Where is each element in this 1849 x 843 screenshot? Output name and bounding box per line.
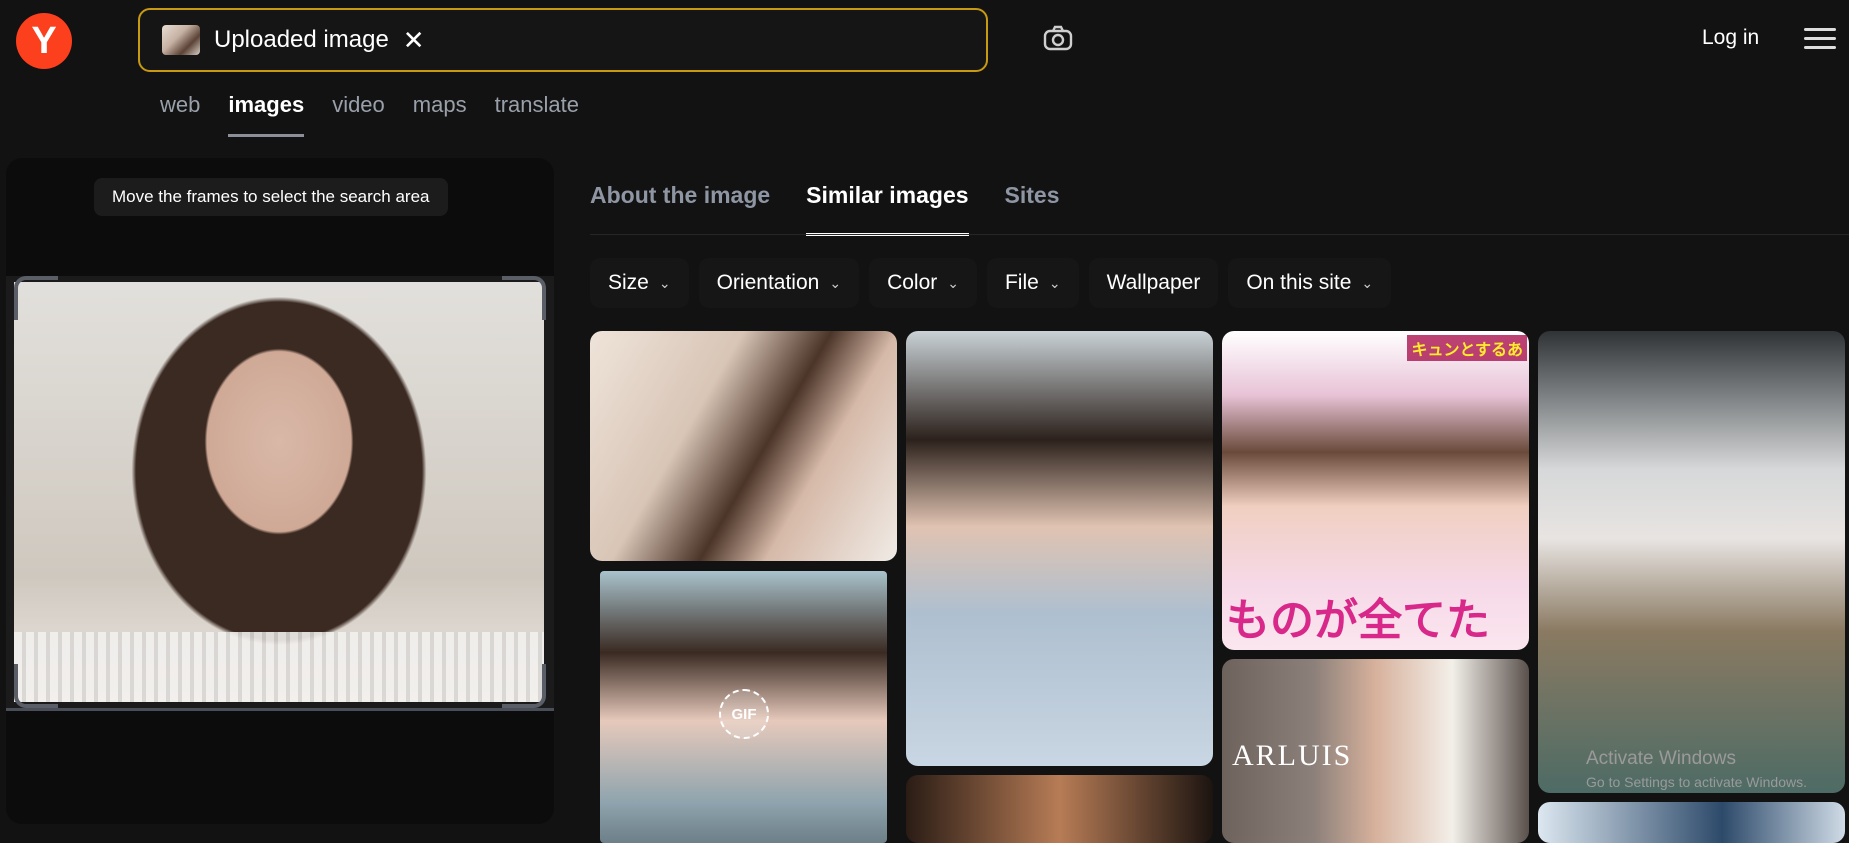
search-label: Uploaded image (214, 26, 389, 53)
tab-sites[interactable]: Sites (1005, 182, 1060, 236)
chevron-down-icon: ⌄ (1361, 274, 1374, 291)
result-image[interactable] (906, 331, 1213, 766)
watermark-subtitle: Go to Settings to activate Windows. (1586, 774, 1807, 790)
frame-handle-bottom-left[interactable] (14, 664, 58, 708)
result-image[interactable]: キュンとするあ ものが全てた (1222, 331, 1529, 650)
filter-file-label: File (1004, 271, 1039, 294)
chevron-down-icon: ⌄ (829, 274, 842, 291)
result-image[interactable] (1538, 331, 1845, 793)
gif-badge: GIF (719, 689, 769, 739)
tab-similar-images[interactable]: Similar images (806, 182, 969, 236)
filter-on-this-site-label: On this site (1246, 271, 1352, 294)
preview-panel: Move the frames to select the search are… (6, 158, 554, 824)
selection-hint: Move the frames to select the search are… (94, 178, 448, 216)
yandex-logo[interactable]: Y (16, 13, 72, 69)
preview-frame[interactable] (6, 276, 554, 708)
wedding-caption: ARLUIS (1232, 739, 1353, 772)
frame-handle-top-left[interactable] (14, 276, 58, 320)
hamburger-menu-icon[interactable] (1804, 28, 1836, 52)
filter-bar: Size ⌄ Orientation ⌄ Color ⌄ File ⌄ Wall… (590, 258, 1392, 308)
chevron-down-icon: ⌄ (1048, 274, 1061, 291)
result-image[interactable] (590, 331, 897, 561)
nav-translate[interactable]: translate (495, 92, 579, 137)
caption-overlay-top: キュンとするあ (1407, 335, 1527, 361)
filter-orientation-label: Orientation (716, 271, 820, 294)
result-tabs: About the image Similar images Sites (590, 182, 1060, 236)
filter-file[interactable]: File ⌄ (986, 258, 1079, 308)
result-image[interactable]: GIF (600, 571, 887, 843)
header: Y Uploaded image ✕ Log in web images vid… (0, 0, 1849, 140)
result-image[interactable]: ARLUIS (1222, 659, 1529, 843)
tab-about-the-image[interactable]: About the image (590, 182, 770, 236)
activate-windows-watermark: Activate Windows Go to Settings to activ… (1586, 748, 1807, 790)
watermark-title: Activate Windows (1586, 748, 1736, 769)
nav-images[interactable]: images (228, 92, 305, 137)
filter-size-label: Size (608, 271, 649, 294)
frame-handle-bottom-right[interactable] (502, 664, 546, 708)
filter-wallpaper-label: Wallpaper (1106, 271, 1201, 294)
camera-icon[interactable] (1040, 20, 1076, 56)
filter-size[interactable]: Size ⌄ (590, 258, 689, 308)
filter-color-label: Color (887, 271, 938, 294)
result-image[interactable] (1538, 802, 1845, 843)
filter-wallpaper[interactable]: Wallpaper (1088, 258, 1219, 308)
frame-handle-top-right[interactable] (502, 276, 546, 320)
caption-overlay: ものが全てた (1226, 595, 1490, 646)
uploaded-image-thumbnail (162, 25, 200, 55)
search-nav: web images video maps translate (160, 92, 579, 137)
filter-color[interactable]: Color ⌄ (869, 258, 977, 308)
logo-letter: Y (31, 19, 57, 62)
preview-lace (14, 632, 544, 702)
result-image[interactable] (906, 775, 1213, 843)
nav-video[interactable]: video (332, 92, 385, 137)
search-box[interactable]: Uploaded image ✕ (138, 8, 988, 72)
chevron-down-icon: ⌄ (658, 274, 671, 291)
nav-maps[interactable]: maps (413, 92, 467, 137)
tab-divider (590, 234, 1849, 235)
clear-search-icon[interactable]: ✕ (403, 27, 425, 53)
login-link[interactable]: Log in (1702, 26, 1759, 50)
chevron-down-icon: ⌄ (947, 274, 959, 291)
preview-divider (6, 708, 554, 711)
nav-web[interactable]: web (160, 92, 200, 137)
uploaded-image-preview (14, 282, 544, 702)
filter-orientation[interactable]: Orientation ⌄ (698, 258, 860, 308)
filter-on-this-site[interactable]: On this site ⌄ (1228, 258, 1392, 308)
